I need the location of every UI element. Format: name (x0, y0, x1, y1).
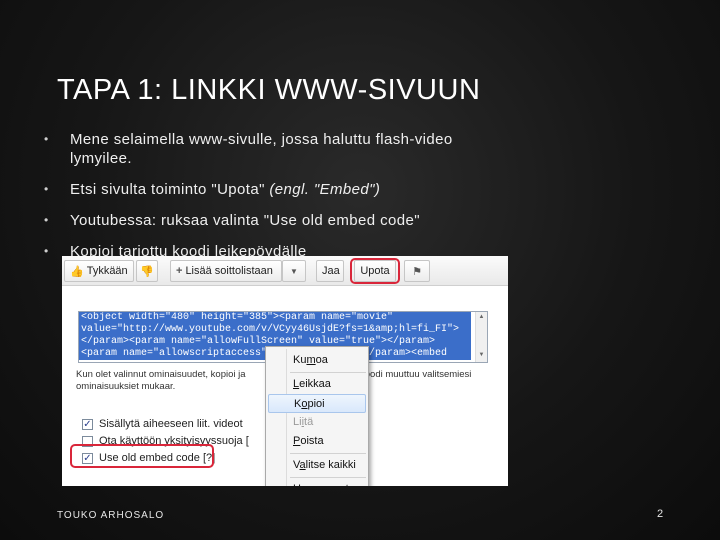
flag-icon: ⚑ (412, 265, 422, 278)
footer-author: TOUKO ARHOSALO (57, 510, 165, 521)
checkbox-label: Sisällytä aiheeseen liit. videot (99, 418, 243, 430)
bullet-text: Mene selaimella www-sivulle, jossa halut… (70, 131, 453, 167)
add-to-playlist-button[interactable]: + Lisää soittolistaan (170, 260, 282, 282)
like-label: Tykkään (86, 265, 128, 277)
menu-mnemonic: m (306, 354, 316, 366)
menu-mnemonic: i (301, 416, 305, 428)
like-button[interactable]: 👍 Tykkään (64, 260, 134, 282)
code-scrollbar[interactable]: ▲ ▼ (475, 312, 487, 362)
share-button[interactable]: Jaa (316, 260, 344, 282)
embed-screenshot: 👍 Tykkään 👎 + Lisää soittolistaan ▼ Jaa … (62, 256, 508, 486)
scroll-up-icon[interactable]: ▲ (476, 312, 487, 322)
add-playlist-label: Lisää soittolistaan (185, 265, 273, 277)
menu-separator (290, 477, 366, 478)
menu-item-cut[interactable]: Leikkaa (268, 375, 366, 394)
bullet-item: Etsi sivulta toiminto "Upota" (engl. "Em… (44, 180, 514, 199)
menu-mnemonic: P (293, 435, 301, 447)
menu-mnemonic: H (293, 483, 301, 486)
old-embed-highlight-ring (70, 444, 214, 468)
menu-item-undo[interactable]: Kumoa (268, 351, 366, 370)
playlist-dropdown-button[interactable]: ▼ (282, 260, 306, 282)
flag-button[interactable]: ⚑ (404, 260, 430, 282)
bullet-text-italic: (engl. "Embed") (269, 181, 381, 198)
checkbox-checked-icon[interactable]: ✓ (82, 418, 93, 430)
bullet-text: Etsi sivulta toiminto "Upota" (70, 181, 270, 198)
menu-mnemonic: o (301, 398, 308, 410)
checkbox-related-videos[interactable]: ✓ Sisällytä aiheeseen liit. videot (82, 416, 243, 432)
plus-icon: + (176, 265, 183, 277)
menu-mnemonic: L (293, 378, 300, 390)
youtube-toolbar: 👍 Tykkään 👎 + Lisää soittolistaan ▼ Jaa … (62, 256, 508, 286)
menu-separator (290, 372, 366, 373)
scroll-down-icon[interactable]: ▼ (476, 350, 487, 360)
chevron-down-icon: ▼ (290, 266, 298, 276)
bullet-item: Mene selaimella www-sivulle, jossa halut… (44, 130, 514, 168)
share-label: Jaa (322, 265, 340, 277)
menu-item-paste[interactable]: Liitä (268, 413, 366, 432)
menu-separator (290, 453, 366, 454)
menu-item-select-all[interactable]: Valitse kaikki (268, 456, 366, 475)
thumbs-down-icon: 👎 (140, 265, 154, 278)
bullet-item: Youtubessa: ruksaa valinta "Use old embe… (44, 211, 514, 230)
code-line: <object width="480" height="385"><param … (79, 312, 471, 324)
menu-mnemonic: a (299, 459, 306, 471)
info-line: ominaisuuksiet mukaar. (76, 381, 176, 392)
menu-item-lookup[interactable]: Hae sanasta (268, 480, 366, 486)
bullet-text: Youtubessa: ruksaa valinta "Use old embe… (70, 212, 420, 229)
thumbs-up-icon: 👍 (70, 265, 84, 278)
menu-item-copy[interactable]: Kopioi (268, 394, 366, 413)
embed-highlight-ring (350, 258, 400, 284)
slide-title: TAPA 1: LINKKI WWW-SIVUUN (57, 74, 481, 106)
dislike-button[interactable]: 👎 (136, 260, 158, 282)
page-number: 2 (657, 508, 664, 520)
menu-item-delete[interactable]: Poista (268, 432, 366, 451)
bullet-list: Mene selaimella www-sivulle, jossa halut… (44, 130, 514, 273)
info-tail-text: koodi muuttuu valitsemiesi (360, 369, 472, 380)
context-menu: Kumoa Leikkaa Kopioi Liitä Poista Valits… (265, 346, 369, 486)
code-line: value="http://www.youtube.com/v/VCyy46Us… (79, 324, 471, 336)
